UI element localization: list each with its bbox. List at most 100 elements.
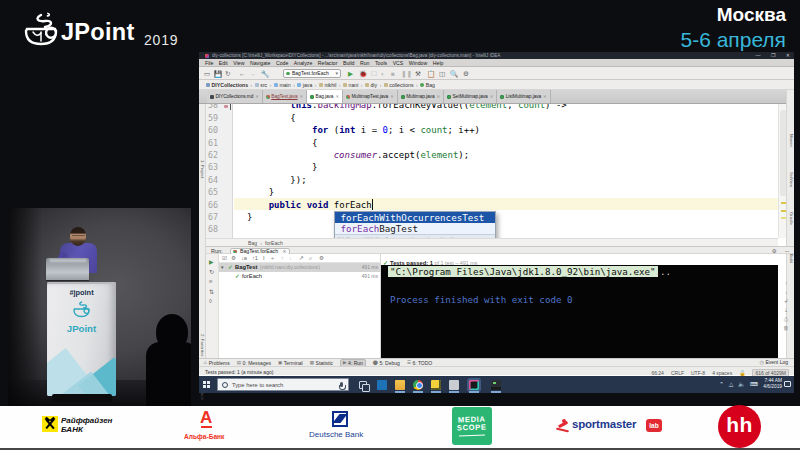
action-center-icon[interactable] [784, 381, 791, 387]
menu-item[interactable]: File [205, 60, 213, 66]
taskbar-terminal-icon[interactable] [491, 380, 501, 390]
debug-button[interactable]: 🐞 [359, 70, 367, 78]
hide-window-icon[interactable]: ─ [785, 248, 789, 254]
editor-tab[interactable]: BagTest.java ✕ [263, 90, 307, 103]
console-folded-text[interactable]: ... [649, 266, 671, 277]
lock-icon[interactable]: 🔓 [739, 370, 745, 376]
encoding[interactable]: UTF-8 [691, 370, 705, 376]
warning-stripe-mark[interactable] [781, 217, 786, 219]
close-button[interactable]: ✕ [786, 52, 790, 58]
tray-network-icon[interactable]: △ [729, 381, 733, 387]
coverage-icon[interactable]: ☐ [371, 70, 377, 78]
completion-item[interactable]: forEachBagTest [335, 223, 495, 234]
taskbar-app-store-icon[interactable] [377, 380, 387, 390]
clear-console-icon[interactable]: 🗑 [780, 325, 792, 334]
taskbar-chrome-icon[interactable] [413, 380, 423, 390]
settings-gear-icon[interactable]: ⚙ [463, 70, 469, 78]
layout-icon[interactable]: ◫ [439, 70, 445, 78]
taskbar-clock[interactable]: 7:44 AM 4/6/2019 [763, 378, 782, 390]
editor-tab[interactable]: Bag.java ✕ [307, 90, 343, 103]
tool-window-button[interactable]: ▤ 0: Messages [237, 360, 271, 366]
pin-icon[interactable]: ◊ [209, 298, 212, 304]
taskbar-search-input[interactable]: Type here to search [217, 378, 349, 391]
tab-close-icon[interactable]: ✕ [335, 94, 339, 99]
search-everywhere-icon[interactable]: 🔍 [450, 70, 458, 78]
completion-item[interactable]: forEachWithOccurrencesTest [335, 212, 495, 223]
breadcrumb[interactable]: collections › [384, 82, 420, 88]
tree-settings-icon[interactable]: ⚙ [231, 255, 236, 261]
menu-item[interactable]: Code [276, 60, 288, 66]
breadcrumb[interactable]: diy › [365, 82, 384, 88]
test-tree-row-method[interactable]: ✓ forEach 491 ms [219, 272, 381, 281]
soft-wrap-icon[interactable]: ↲ [780, 298, 792, 307]
tray-keyboard-icon[interactable]: ⌨ [750, 381, 758, 387]
breadcrumb[interactable]: Bag › [420, 82, 435, 88]
breadcrumb[interactable]: java › [297, 82, 319, 88]
run-tab-close-icon[interactable]: ✕ [283, 249, 287, 254]
tray-expand-icon[interactable]: ⌃ [719, 381, 724, 387]
breadcrumb[interactable]: DIYCollections › [206, 82, 255, 88]
sort-duration-icon[interactable]: ↑1 [252, 255, 258, 261]
settings-wrench-icon[interactable]: 🔧 [261, 70, 269, 78]
menu-item[interactable]: Edit [219, 60, 228, 66]
print-icon[interactable]: ⎙ [780, 316, 792, 325]
editor-scrollbar[interactable] [778, 104, 786, 238]
editor-tab[interactable]: SetMultimap.java ✕ [444, 90, 497, 103]
taskbar-eclipse-icon[interactable] [431, 380, 441, 390]
tool-window-button[interactable]: ⚠ Problems [203, 360, 230, 366]
tool-button-project[interactable]: 1: Project [200, 160, 205, 178]
tab-close-icon[interactable]: ✕ [543, 94, 547, 99]
sort-alpha-icon[interactable]: ↓a [241, 255, 247, 261]
editor-tab[interactable]: Multimap.java ✕ [398, 90, 444, 103]
microphone-icon[interactable] [340, 382, 343, 387]
expand-all-icon[interactable]: Ι [263, 255, 265, 261]
prev-failed-icon[interactable]: ↑ [281, 255, 284, 261]
stop-icon[interactable]: ■ [391, 70, 395, 78]
scroll-end-icon[interactable]: ⇣ [780, 307, 792, 316]
run-button[interactable]: ▶ [348, 70, 353, 78]
profiler-icon[interactable]: ◐ [381, 70, 385, 78]
menu-item[interactable]: Tools [375, 60, 387, 66]
tab-close-icon[interactable]: ✕ [436, 94, 440, 99]
collapse-all-icon[interactable]: ÷ [271, 255, 274, 261]
run-console[interactable]: "C:\Program Files\Java\jdk1.8.0_92\bin\j… [381, 265, 778, 358]
tab-close-icon[interactable]: ✕ [390, 94, 394, 99]
warning-stripe-mark[interactable] [781, 210, 786, 212]
menu-item[interactable]: Window [409, 60, 427, 66]
tool-window-button[interactable]: ▦ Statistic [310, 360, 333, 366]
pause-icon[interactable]: ❚❚ [401, 70, 412, 78]
menu-item[interactable]: View [233, 60, 244, 66]
indent-style[interactable]: 4 spaces [712, 370, 732, 376]
editor-tab[interactable]: DIYCollections.md ✕ [207, 90, 263, 103]
menu-item[interactable]: Analyze [294, 60, 312, 66]
menu-item[interactable]: Navigate [250, 60, 270, 66]
scrollbar-thumb[interactable] [780, 110, 787, 196]
save-icon[interactable]: 💾 [214, 70, 222, 78]
rerun-failed-icon[interactable]: ↻ [209, 268, 214, 275]
warning-stripe-mark[interactable] [781, 202, 786, 204]
breadcrumb[interactable]: src › [255, 82, 274, 88]
forward-icon[interactable]: → [249, 70, 256, 78]
test-history-icon[interactable]: ⇅ [209, 288, 214, 295]
rerun-icon[interactable]: ▶ [209, 258, 214, 265]
tab-close-icon[interactable]: ✕ [490, 94, 494, 99]
line-endings[interactable]: CRLF [671, 370, 684, 376]
up-stacktrace-icon[interactable]: ↑ [780, 280, 792, 289]
more-settings-icon[interactable]: ⚙ [319, 255, 324, 261]
tool-button-sciview[interactable]: SciView [789, 172, 794, 187]
sync-icon[interactable]: ↻ [225, 70, 230, 78]
next-failed-icon[interactable]: ↓ [289, 255, 292, 261]
caret-position[interactable]: 66:24 [651, 370, 664, 376]
zoom-icon[interactable]: ⌕ [309, 255, 312, 262]
down-stacktrace-icon[interactable]: ↓ [780, 289, 792, 298]
start-button[interactable] [203, 381, 210, 388]
hide-passed-icon[interactable]: ☑ [222, 255, 227, 261]
expand-arrow-icon[interactable]: ▾ [221, 263, 224, 272]
taskbar-intellij-icon[interactable] [469, 380, 479, 390]
open-icon[interactable]: ▭ [204, 70, 210, 78]
menu-item[interactable]: Help [433, 60, 444, 66]
test-tree-row-class[interactable]: ▾ ✓ BagTest (nikhil.nani.diy.collections… [219, 263, 381, 272]
back-icon[interactable]: ← [239, 70, 246, 78]
editor-tab[interactable]: MultimapTest.java ✕ [343, 90, 398, 103]
taskbar-file-explorer-icon[interactable] [395, 380, 405, 390]
